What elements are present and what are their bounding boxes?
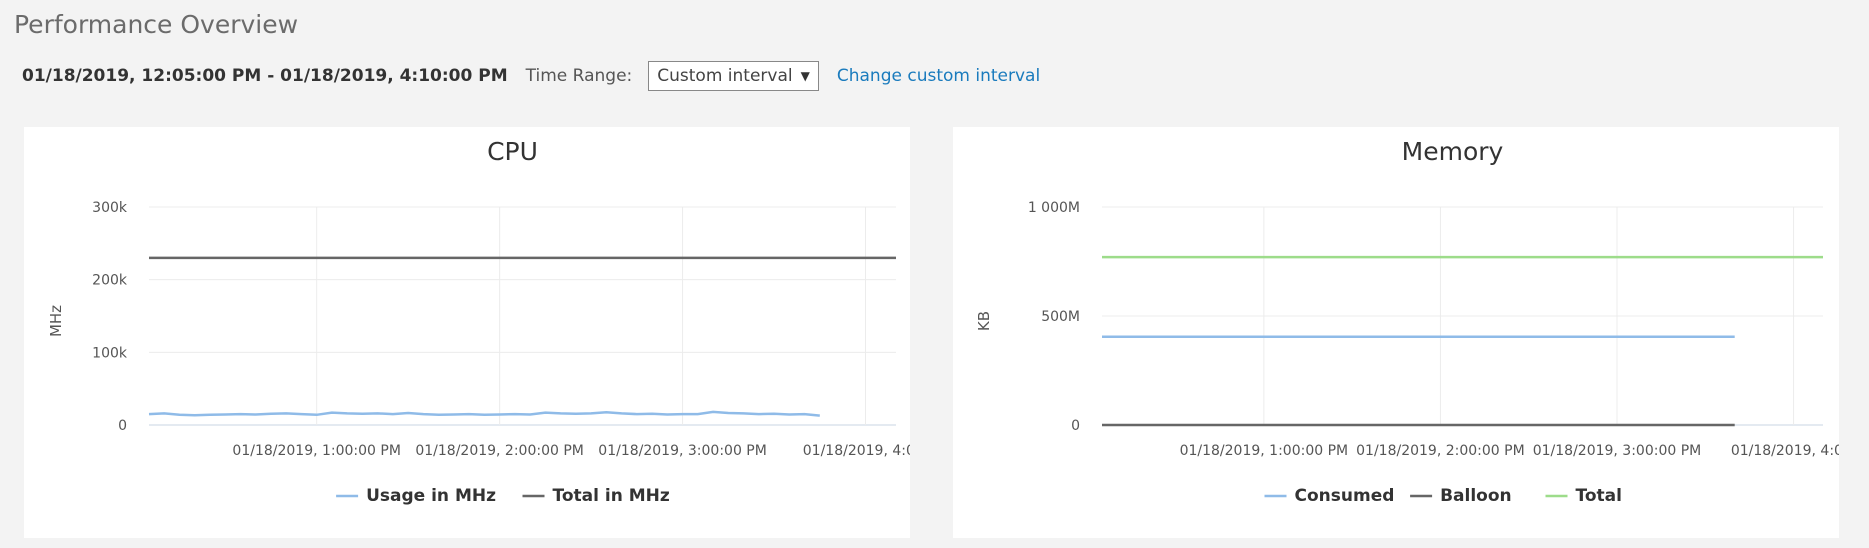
x-tick-label: 01/18/2019, 3:00:00 PM — [598, 443, 767, 459]
caret-down-icon: ▼ — [800, 69, 810, 83]
cpu-chart: CPU 0 100k 200k 300k 01/18/2019, 1:00:00 PM 01… — [47, 137, 910, 506]
legend-label: Consumed — [1295, 486, 1395, 506]
time-range-select[interactable]: Custom interval ▼ — [648, 61, 819, 91]
legend-label: Usage in MHz — [366, 486, 496, 506]
memory-chart-panel: Memory 0 500M 1 000M 01/18/2019, 1:00:00 PM 0… — [953, 127, 1839, 538]
change-interval-link[interactable]: Change custom interval — [837, 66, 1040, 86]
x-tick-label: 01/18/2019, 4:0... — [1731, 443, 1839, 459]
page-title: Performance Overview — [14, 10, 299, 39]
y-tick-label: 0 — [118, 418, 127, 434]
date-range-text: 01/18/2019, 12:05:00 PM - 01/18/2019, 4:… — [22, 66, 508, 86]
x-tick-label: 01/18/2019, 2:00:00 PM — [1356, 443, 1525, 459]
x-tick-label: 01/18/2019, 2:00:00 PM — [415, 443, 584, 459]
y-tick-label: 200k — [92, 273, 128, 289]
legend-item-usage-in-mhz[interactable]: Usage in MHz — [336, 486, 496, 506]
x-tick-label: 01/18/2019, 1:00:00 PM — [232, 443, 401, 459]
legend-item-total[interactable]: Total — [1545, 486, 1622, 506]
chart-title: CPU — [487, 137, 538, 166]
legend-label: Total in MHz — [553, 486, 670, 506]
legend-item-total-in-mhz[interactable]: Total in MHz — [522, 486, 670, 506]
cpu-chart-panel: CPU 0 100k 200k 300k 01/18/2019, 1:00:00 PM 01… — [24, 127, 910, 538]
legend-label: Total — [1576, 486, 1622, 506]
y-tick-label: 0 — [1071, 418, 1080, 434]
legend-label: Balloon — [1440, 486, 1512, 506]
y-tick-label: 1 000M — [1028, 200, 1080, 216]
x-tick-label: 01/18/2019, 3:00:00 PM — [1533, 443, 1702, 459]
time-toolbar: 01/18/2019, 12:05:00 PM - 01/18/2019, 4:… — [22, 60, 1040, 92]
time-range-value: Custom interval — [657, 66, 793, 86]
y-tick-label: 500M — [1041, 309, 1080, 325]
y-axis-label: MHz — [47, 305, 65, 337]
y-axis-label: KB — [975, 311, 993, 331]
x-tick-label: 01/18/2019, 4:0... — [803, 443, 910, 459]
time-range-label: Time Range: — [525, 66, 633, 86]
chart-title: Memory — [1402, 137, 1504, 166]
legend-item-consumed[interactable]: Consumed — [1264, 486, 1395, 506]
y-tick-label: 300k — [92, 200, 128, 216]
series-line-usage-in-mhz — [148, 410, 820, 417]
y-tick-label: 100k — [92, 345, 128, 361]
memory-chart: Memory 0 500M 1 000M 01/18/2019, 1:00:00 PM 0… — [975, 137, 1839, 506]
x-tick-label: 01/18/2019, 1:00:00 PM — [1180, 443, 1349, 459]
legend-item-balloon[interactable]: Balloon — [1410, 486, 1512, 506]
